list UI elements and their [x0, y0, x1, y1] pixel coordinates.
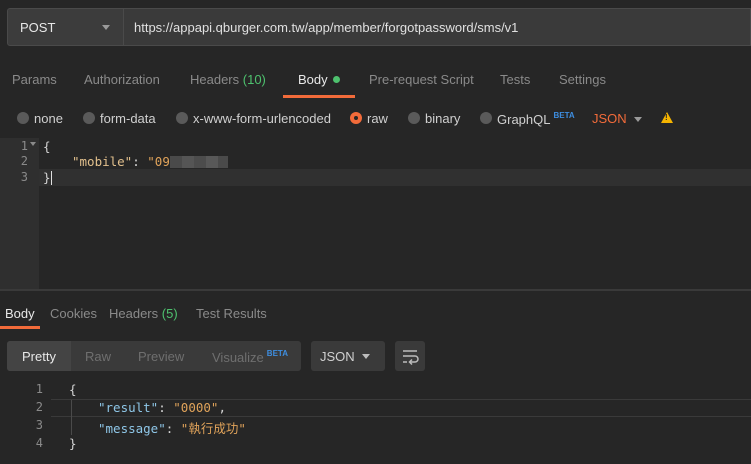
graphql-beta-badge: BETA	[553, 111, 575, 120]
radio-raw[interactable]	[350, 112, 362, 124]
radio-form-data[interactable]	[83, 112, 95, 124]
chevron-down-icon	[362, 354, 370, 359]
response-tab-body[interactable]: Body	[5, 306, 35, 321]
tab-authorization[interactable]: Authorization	[84, 72, 160, 87]
raw-format-select[interactable]: JSON	[592, 111, 627, 126]
body-modified-dot	[332, 76, 340, 83]
response-tab-headers[interactable]: Headers (5)	[109, 306, 178, 321]
tab-body[interactable]: Body	[298, 72, 340, 87]
line-number-gutter: 1 2 3	[0, 138, 39, 289]
json-value: "09	[147, 154, 170, 169]
code-line: }	[69, 436, 77, 451]
response-view-toggle: Pretty Raw Preview Visualize BETA	[7, 341, 301, 371]
request-body-editor[interactable]: 1 2 3 { "mobile": "09 }	[0, 138, 751, 289]
pane-splitter[interactable]	[0, 289, 751, 291]
radio-graphql[interactable]	[480, 112, 492, 124]
tab-tests[interactable]: Tests	[500, 72, 530, 87]
view-pretty-button[interactable]: Pretty	[22, 349, 56, 364]
fold-chevron-icon[interactable]	[30, 142, 36, 146]
headers-count: (10)	[242, 72, 266, 87]
response-tabs: Body Cookies Headers (5) Test Results	[0, 297, 751, 329]
url-text: https://appapi.qburger.com.tw/app/member…	[134, 20, 519, 35]
radio-none[interactable]	[17, 112, 29, 124]
radio-binary[interactable]	[408, 112, 420, 124]
response-toolbar: Pretty Raw Preview Visualize BETA JSON	[0, 340, 751, 372]
code-line: }	[43, 170, 52, 185]
wrap-lines-button[interactable]	[395, 341, 425, 371]
code-line: "result": "0000",	[98, 400, 226, 415]
json-key: "result"	[98, 400, 159, 415]
radio-raw-label[interactable]: raw	[367, 111, 388, 126]
tab-params[interactable]: Params	[12, 72, 57, 87]
radio-none-label[interactable]: none	[34, 111, 63, 126]
chevron-down-icon[interactable]	[634, 117, 642, 122]
radio-urlencoded-label[interactable]: x-www-form-urlencoded	[193, 111, 331, 126]
method-label: POST	[20, 20, 56, 35]
body-type-selector: none form-data x-www-form-urlencoded raw…	[0, 104, 751, 134]
view-raw-button[interactable]: Raw	[85, 349, 111, 364]
warning-icon[interactable]	[661, 112, 673, 123]
code-line: "mobile": "09	[72, 154, 228, 169]
tab-pre-request-script[interactable]: Pre-request Script	[369, 72, 474, 87]
line-number: 4	[35, 436, 43, 450]
active-response-tab-indicator	[0, 326, 40, 329]
json-key: "mobile"	[72, 154, 133, 169]
response-tab-cookies[interactable]: Cookies	[50, 306, 97, 321]
method-select[interactable]: POST	[7, 8, 124, 46]
response-tab-test-results[interactable]: Test Results	[196, 306, 267, 321]
wrap-lines-icon	[403, 350, 419, 366]
code-line: {	[43, 139, 51, 154]
json-key: "message"	[98, 421, 166, 436]
visualize-beta-badge: BETA	[266, 349, 288, 358]
line-number: 2	[35, 400, 43, 414]
tab-settings[interactable]: Settings	[559, 72, 606, 87]
text-cursor	[50, 171, 52, 185]
response-headers-count: (5)	[161, 306, 178, 321]
line-number: 2	[20, 154, 28, 168]
line-number: 3	[35, 418, 43, 432]
response-format-select[interactable]: JSON	[311, 341, 385, 371]
response-body-viewer[interactable]: 1 2 3 4 { "result": "0000", "message": "…	[7, 380, 751, 464]
view-preview-button[interactable]: Preview	[138, 349, 184, 364]
json-value: "0000"	[173, 400, 219, 415]
line-number: 1	[35, 382, 43, 396]
code-line: {	[69, 382, 77, 397]
request-tabs: Params Authorization Headers (10) Body P…	[0, 62, 751, 98]
redacted-value	[169, 156, 228, 168]
radio-urlencoded[interactable]	[176, 112, 188, 124]
radio-graphql-label[interactable]: GraphQL BETA	[497, 111, 575, 127]
line-number: 3	[20, 170, 28, 184]
radio-binary-label[interactable]: binary	[425, 111, 460, 126]
active-tab-indicator	[283, 95, 355, 98]
json-value: "執行成功"	[180, 421, 246, 436]
chevron-down-icon	[102, 25, 110, 30]
line-number: 1	[20, 139, 28, 153]
code-line: "message": "執行成功"	[98, 421, 246, 436]
current-line-highlight	[39, 169, 751, 186]
indent-guide	[71, 400, 72, 435]
radio-form-data-label[interactable]: form-data	[100, 111, 156, 126]
view-visualize-button[interactable]: Visualize BETA	[212, 349, 288, 365]
tab-headers[interactable]: Headers (10)	[190, 72, 266, 87]
url-bar: POST https://appapi.qburger.com.tw/app/m…	[0, 0, 751, 54]
url-input[interactable]: https://appapi.qburger.com.tw/app/member…	[124, 8, 751, 46]
